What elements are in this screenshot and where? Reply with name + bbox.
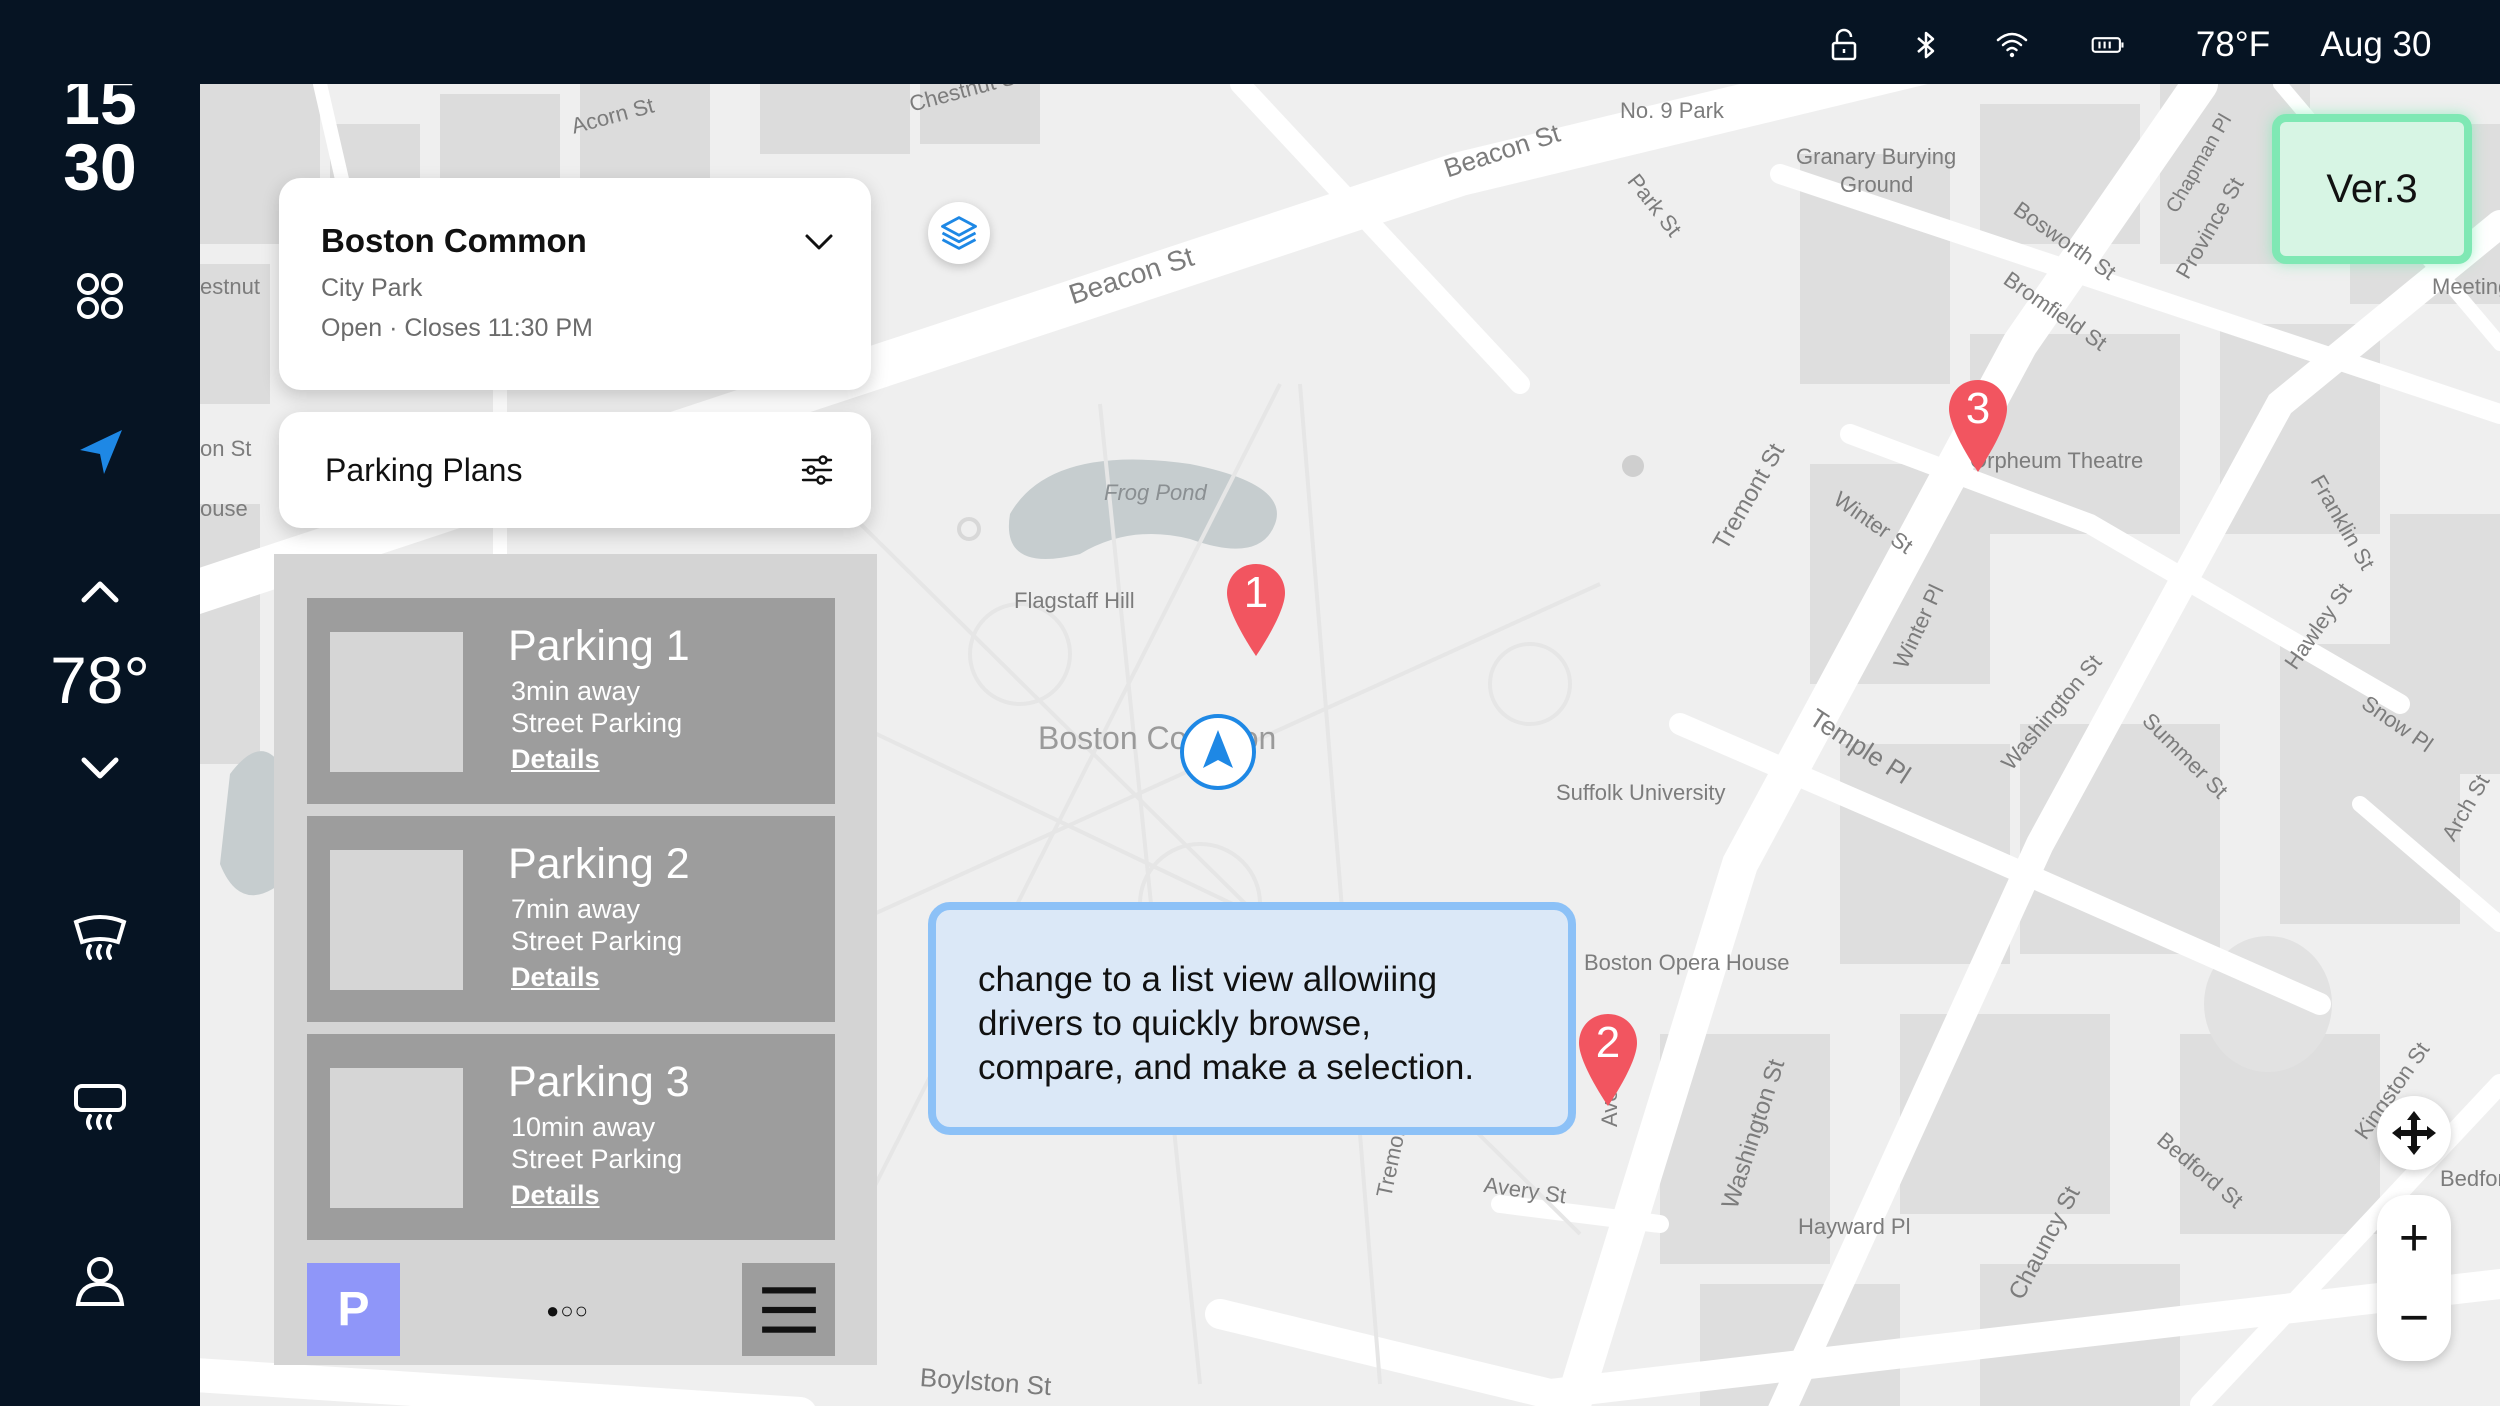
hamburger-icon [761,1286,816,1333]
front-defrost-icon[interactable] [60,1068,140,1148]
place-hours: Open · Closes 11:30 PM [321,314,593,342]
recenter-button[interactable] [2377,1096,2451,1170]
map-label: ouse [200,496,248,521]
bluetooth-icon[interactable] [1906,22,1946,68]
parking-list-item[interactable]: Parking 2 7min away Street Parking Detai… [307,816,835,1022]
parking-thumbnail [330,1068,463,1208]
pan-arrows-icon [2392,1111,2436,1155]
pin-number: 1 [1243,568,1269,617]
zoom-controls: + − [2377,1195,2451,1361]
map-label: on St [200,436,252,461]
parking-type: Street Parking [511,1144,683,1174]
map-label: Hayward Pl [1798,1214,1911,1239]
rear-defrost-icon[interactable] [60,898,140,978]
temp-down-chevron-icon[interactable] [60,728,140,808]
parking-name: Parking 3 [508,1058,690,1106]
layers-icon [941,216,977,250]
map-label: No. 9 Park [1620,98,1724,123]
map-label: Frog Pond [1104,480,1207,505]
page-indicator: ●○○ [546,1298,589,1323]
current-location-icon [1180,714,1256,790]
profile-icon[interactable] [60,1240,140,1320]
layers-button[interactable] [928,202,990,264]
map-label: estnut [200,274,260,299]
map-pin-2[interactable]: 2 [1577,1012,1639,1108]
pin-number: 2 [1595,1018,1621,1067]
parking-details-link[interactable]: Details [511,744,600,775]
annotation-note: change to a list view allowiing drivers … [928,902,1576,1135]
annotation-line: drivers to quickly browse, [978,1004,1371,1043]
place-category: City Park [321,274,423,302]
sidebar: 15 30 78° [0,0,200,1406]
parking-thumbnail [330,850,463,990]
zoom-out-button[interactable]: − [2377,1281,2451,1355]
date: Aug 30 [2320,25,2432,64]
parking-distance: 10min away [511,1112,656,1142]
map-label: Flagstaff Hill [1014,588,1135,613]
parking-distance: 7min away [511,894,641,924]
temp-up-chevron-icon[interactable] [60,552,140,632]
parking-type: Street Parking [511,926,683,956]
version-badge: Ver.3 [2272,114,2472,264]
cabin-temperature: 78° [50,643,150,717]
parking-list-item[interactable]: Parking 1 3min away Street Parking Detai… [307,598,835,804]
map-label: Granary Burying [1796,144,1957,169]
pin-number: 3 [1965,384,1991,433]
parking-plans-label: Parking Plans [325,452,523,488]
map-pin-1[interactable]: 1 [1225,562,1287,658]
unlock-icon[interactable] [1824,22,1864,68]
outside-temperature: 78°F [2195,25,2271,64]
place-card[interactable]: Boston Common City Park Open · Closes 11… [279,178,871,390]
map-pin-3[interactable]: 3 [1947,378,2009,474]
parking-details-link[interactable]: Details [511,1180,600,1211]
parking-name: Parking 2 [508,840,690,888]
status-bar: 78°F Aug 30 [0,0,2500,84]
map-label: Meeting [2432,274,2500,299]
chevron-down-icon[interactable] [799,222,839,262]
place-title: Boston Common [321,222,587,259]
filter-icon[interactable] [797,450,837,490]
apps-icon[interactable] [60,256,140,336]
parking-type: Street Parking [511,708,683,738]
map-label: Boston Opera House [1584,950,1790,975]
clock-minutes: 30 [63,130,137,204]
parking-p-button[interactable]: P [307,1263,400,1356]
menu-button[interactable] [742,1263,835,1356]
wifi-icon[interactable] [1990,22,2034,68]
zoom-in-button[interactable]: + [2377,1201,2451,1275]
parking-distance: 3min away [511,676,641,706]
annotation-line: change to a list view allowiing [978,960,1438,999]
parking-list-item[interactable]: Parking 3 10min away Street Parking Deta… [307,1034,835,1240]
map-label: Ground [1840,172,1914,197]
annotation-line: compare, and make a selection. [978,1048,1475,1087]
parking-details-link[interactable]: Details [511,962,600,993]
navigation-icon[interactable] [60,412,140,492]
parking-plans-card[interactable]: Parking Plans [279,412,871,528]
parking-name: Parking 1 [508,622,690,670]
parking-thumbnail [330,632,463,772]
map-label: Suffolk University [1556,780,1726,805]
parking-list-panel: Parking 1 3min away Street Parking Detai… [274,554,877,1365]
map-label: Bedford [2440,1166,2500,1191]
battery-icon [2086,22,2130,68]
